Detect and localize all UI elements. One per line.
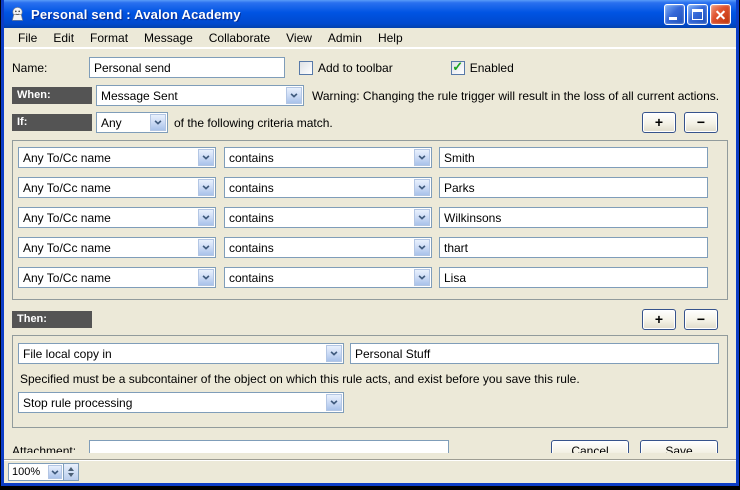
zoom-spinner[interactable] [64,463,79,481]
criteria-panel: Any To/Cc name contains Any To/Cc name [12,140,728,300]
criterion-field-dropdown[interactable]: Any To/Cc name [18,177,216,198]
when-label: When: [12,87,92,104]
menu-message[interactable]: Message [136,29,201,47]
criterion-value-input[interactable] [439,177,708,198]
zoom-value: 100% [12,466,40,478]
criterion-value-input[interactable] [439,237,708,258]
menu-format[interactable]: Format [82,29,136,47]
menu-edit[interactable]: Edit [45,29,82,47]
chevron-down-icon [326,394,342,411]
if-label: If: [12,114,92,131]
title-bar[interactable]: Personal send : Avalon Academy [4,0,736,28]
screen: Personal send : Avalon Academy File Edit… [0,0,740,490]
criteria-row: Any To/Cc name contains [18,267,722,288]
chevron-down-icon [414,149,430,166]
criterion-value-input[interactable] [439,267,708,288]
rule-editor-window: Personal send : Avalon Academy File Edit… [1,0,739,486]
action-row: File local copy in [18,343,719,364]
menu-bar: File Edit Format Message Collaborate Vie… [4,28,736,49]
chevron-down-icon [414,269,430,286]
criterion-operator-dropdown[interactable]: contains [224,267,432,288]
criterion-field-dropdown[interactable]: Any To/Cc name [18,237,216,258]
menu-view[interactable]: View [278,29,320,47]
save-button[interactable]: Save [640,440,718,453]
criterion-value-input[interactable] [439,207,708,228]
chevron-down-icon [286,87,302,104]
criterion-field-dropdown[interactable]: Any To/Cc name [18,267,216,288]
menu-help[interactable]: Help [370,29,411,47]
rule-form: Name: Add to toolbar ✓ Enabled When: Mes… [4,49,736,453]
when-warning-text: Warning: Changing the rule trigger will … [312,89,719,103]
add-criterion-button[interactable]: + [642,112,676,133]
then-row: Then: + − [12,309,728,330]
subcontainer-note: Specified must be a subcontainer of the … [20,372,719,386]
maximize-icon [692,9,703,20]
spinner-up-icon [68,467,74,471]
when-trigger-dropdown[interactable]: Message Sent [96,85,304,106]
chevron-down-icon [198,269,214,286]
name-row: Name: Add to toolbar ✓ Enabled [12,57,728,78]
minimize-icon [669,17,677,20]
criteria-row: Any To/Cc name contains [18,207,722,228]
chevron-down-icon [198,239,214,256]
action-type-dropdown[interactable]: File local copy in [18,343,344,364]
then-label: Then: [12,311,92,328]
final-action-row: Stop rule processing [18,392,719,413]
when-row: When: Message Sent Warning: Changing the… [12,85,728,106]
close-button[interactable] [710,4,731,25]
name-label: Name: [12,61,89,75]
remove-criterion-button[interactable]: − [684,112,718,133]
window-title: Personal send : Avalon Academy [31,7,241,22]
menu-file[interactable]: File [10,29,45,47]
criterion-field-dropdown[interactable]: Any To/Cc name [18,207,216,228]
remove-action-button[interactable]: − [684,309,718,330]
chevron-down-icon [414,209,430,226]
criteria-row: Any To/Cc name contains [18,177,722,198]
chevron-down-icon [326,345,342,362]
action-target-input[interactable] [350,343,719,364]
check-icon: ✓ [452,60,463,73]
add-action-button[interactable]: + [642,309,676,330]
chevron-down-icon [414,239,430,256]
actions-panel: File local copy in Specified must be a s… [12,335,728,428]
menu-collaborate[interactable]: Collaborate [201,29,278,47]
enabled-label: Enabled [470,61,514,75]
enabled-checkbox[interactable]: ✓ [451,61,465,75]
criterion-field-dropdown[interactable]: Any To/Cc name [18,147,216,168]
chevron-down-icon [198,179,214,196]
criterion-value-input[interactable] [439,147,708,168]
if-match-dropdown[interactable]: Any [96,112,168,133]
criterion-operator-dropdown[interactable]: contains [224,147,432,168]
chevron-down-icon [48,465,62,479]
chevron-down-icon [150,114,166,131]
chevron-down-icon [198,149,214,166]
criteria-row: Any To/Cc name contains [18,237,722,258]
minimize-button[interactable] [664,4,685,25]
criterion-operator-dropdown[interactable]: contains [224,237,432,258]
chevron-down-icon [198,209,214,226]
when-trigger-value: Message Sent [101,89,178,103]
chevron-down-icon [414,179,430,196]
if-match-value: Any [101,116,122,130]
spinner-down-icon [68,473,74,477]
cancel-button[interactable]: Cancel [551,440,629,453]
attachment-row: Attachment: Cancel Save [12,440,728,453]
add-to-toolbar-label: Add to toolbar [318,61,393,75]
criterion-operator-dropdown[interactable]: contains [224,207,432,228]
criteria-row: Any To/Cc name contains [18,147,722,168]
maximize-button[interactable] [687,4,708,25]
attachment-input[interactable] [89,440,449,453]
criterion-operator-dropdown[interactable]: contains [224,177,432,198]
menu-admin[interactable]: Admin [320,29,370,47]
status-bar: 100% [4,461,736,483]
if-suffix-text: of the following criteria match. [174,116,333,130]
rule-name-input[interactable] [89,57,285,78]
add-to-toolbar-checkbox[interactable] [299,61,313,75]
if-row: If: Any of the following criteria match.… [12,112,728,133]
glove-icon [9,6,26,23]
final-action-dropdown[interactable]: Stop rule processing [18,392,344,413]
zoom-dropdown[interactable]: 100% [8,463,64,481]
attachment-label: Attachment: [12,444,89,454]
